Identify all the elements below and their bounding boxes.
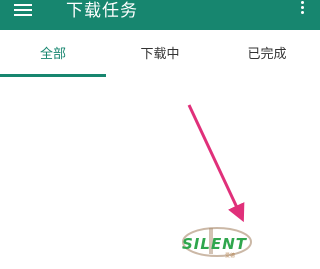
watermark-subtext: 爱德 bbox=[225, 253, 236, 259]
watermark-logo: SILENT 爱德 bbox=[175, 218, 270, 268]
annotation-arrow bbox=[187, 104, 245, 223]
watermark-text: SILENT bbox=[182, 235, 247, 253]
